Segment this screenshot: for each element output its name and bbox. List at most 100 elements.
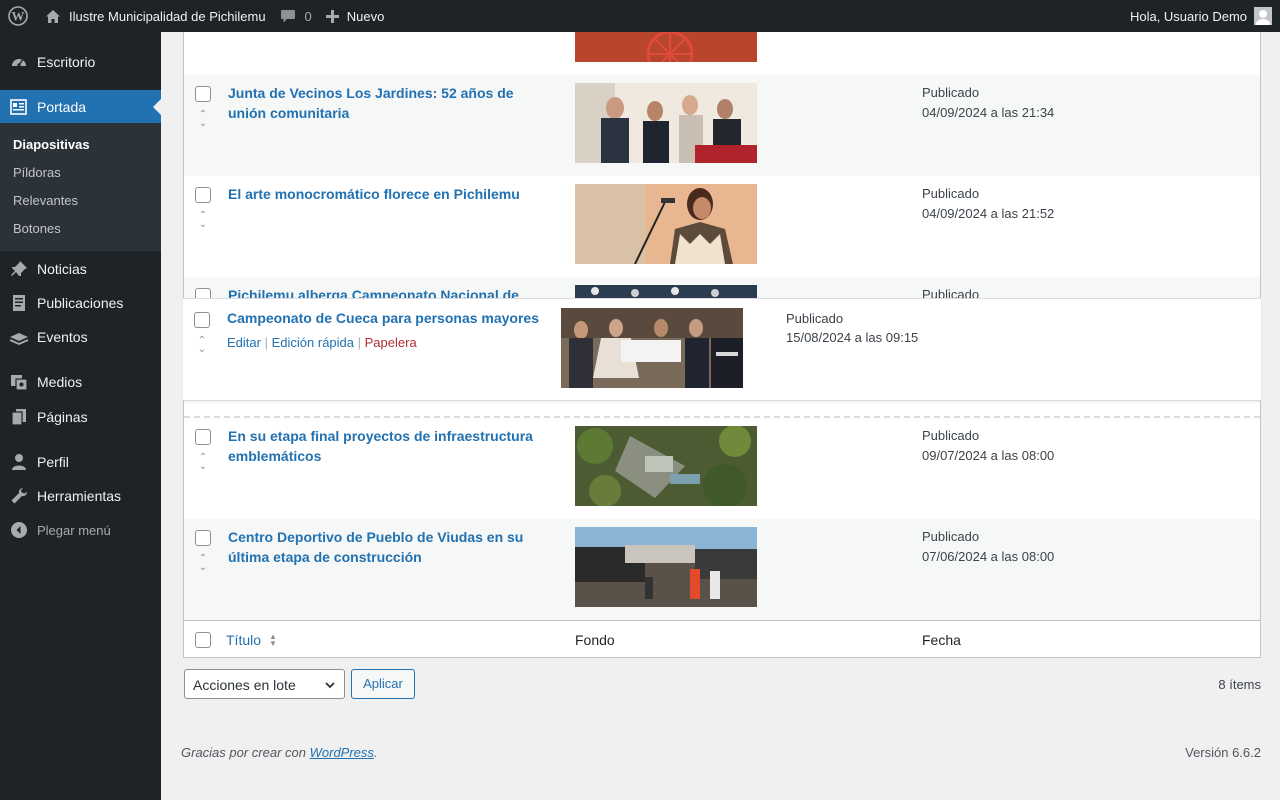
pin-icon	[0, 260, 37, 278]
table-row: ⌃ ⌄ El arte monocromático florece en Pich…	[184, 176, 1260, 277]
submenu-item-botones[interactable]: Botones	[13, 221, 61, 236]
document-icon	[0, 294, 37, 312]
table-row	[184, 32, 1260, 75]
admin-menu: Escritorio Portada Diapositivas Píldoras…	[0, 32, 161, 800]
apply-button[interactable]: Aplicar	[351, 669, 415, 699]
calendar-stack-icon	[0, 328, 37, 346]
comment-icon	[280, 9, 296, 24]
slide-title-link[interactable]: El arte monocromático florece en Pichile…	[228, 185, 548, 205]
table-row: ⌃ ⌄ En su etapa final proyectos de infrae…	[184, 418, 1260, 519]
chevron-down-icon	[324, 678, 336, 694]
row-checkbox[interactable]	[195, 429, 211, 445]
slide-title-link[interactable]: Campeonato de Cueca para personas mayore…	[227, 309, 567, 329]
table-row: ⌃ ⌄ Junta de Vecinos Los Jardines: 52 año…	[184, 75, 1260, 176]
submenu-item-relevantes[interactable]: Relevantes	[13, 193, 78, 208]
status-label: Publicado	[922, 287, 980, 299]
slide-thumbnail	[575, 527, 757, 607]
bulk-actions-value: Acciones en lote	[193, 677, 296, 693]
background-column-header: Fondo	[575, 632, 615, 648]
collapse-menu-button[interactable]: Plegar menú	[0, 513, 161, 547]
edit-link[interactable]: Editar	[227, 335, 261, 350]
publish-date: 04/09/2024 a las 21:52	[922, 206, 1055, 221]
menu-item-publicaciones[interactable]: Publicaciones	[0, 286, 161, 320]
wordpress-logo-icon[interactable]: W	[0, 0, 35, 32]
my-account-menu[interactable]: Hola, Usuario Demo	[1123, 0, 1280, 32]
table-row: Pichilemu alberga Campeonato Nacional de…	[184, 277, 1260, 299]
menu-item-perfil[interactable]: Perfil	[0, 445, 161, 479]
media-icon	[0, 373, 37, 391]
menu-item-paginas[interactable]: Páginas	[0, 400, 161, 434]
row-checkbox[interactable]	[194, 312, 210, 328]
new-content-button[interactable]: Nuevo	[319, 0, 392, 32]
footer-credit: Gracias por crear con WordPress.	[181, 745, 378, 760]
row-checkbox[interactable]	[195, 530, 211, 546]
submenu-item-pildoras[interactable]: Píldoras	[13, 165, 61, 180]
site-name-link[interactable]: Ilustre Municipalidad de Pichilemu	[35, 0, 273, 32]
dragged-table-row[interactable]: ⌃ ⌄ Campeonato de Cueca para personas may…	[183, 298, 1261, 401]
publish-date: 15/08/2024 a las 09:15	[786, 330, 919, 345]
collapse-arrow-icon	[0, 521, 37, 539]
table-footer: Título ▲ ▼ Fondo Fecha	[184, 620, 1260, 657]
menu-item-eventos[interactable]: Eventos	[0, 320, 161, 354]
slide-title-link[interactable]: Centro Deportivo de Pueblo de Viudas en …	[228, 528, 548, 567]
submenu-item-diapositivas[interactable]: Diapositivas	[13, 137, 90, 152]
select-all-checkbox[interactable]	[195, 632, 211, 648]
sort-arrows-icon: ▲ ▼	[269, 632, 277, 648]
date-column-header: Fecha	[922, 632, 961, 648]
publish-date: 09/07/2024 a las 08:00	[922, 448, 1055, 463]
slide-thumbnail	[575, 285, 757, 299]
drag-sort-icon[interactable]: ⌃ ⌄	[196, 211, 210, 230]
drag-sort-icon[interactable]: ⌃ ⌄	[195, 336, 209, 355]
menu-item-escritorio[interactable]: Escritorio	[0, 45, 161, 79]
menu-label: Noticias	[37, 261, 87, 277]
admin-bar: W Ilustre Municipalidad de Pichilemu 0 N…	[0, 0, 1280, 32]
menu-label: Herramientas	[37, 488, 122, 504]
layout-icon	[0, 99, 37, 115]
status-label: Publicado	[922, 428, 980, 443]
menu-label: Portada	[37, 99, 87, 115]
avatar	[1254, 7, 1272, 25]
menu-item-medios[interactable]: Medios	[0, 365, 161, 399]
status-label: Publicado	[922, 186, 980, 201]
menu-label: Perfil	[37, 454, 69, 470]
slide-thumbnail	[561, 308, 743, 388]
trash-link[interactable]: Papelera	[365, 335, 417, 350]
menu-item-noticias[interactable]: Noticias	[0, 252, 161, 286]
new-label: Nuevo	[346, 8, 385, 24]
menu-label: Páginas	[37, 409, 88, 425]
bulk-actions-select[interactable]: Acciones en lote	[184, 669, 345, 699]
quick-edit-link[interactable]: Edición rápida	[272, 335, 354, 350]
menu-item-portada[interactable]: Portada	[0, 90, 161, 124]
slide-thumbnail	[575, 426, 757, 506]
row-checkbox[interactable]	[195, 86, 211, 102]
status-label: Publicado	[922, 529, 980, 544]
status-label: Publicado	[786, 311, 844, 326]
menu-label: Eventos	[37, 329, 88, 345]
dashboard-icon	[0, 53, 37, 71]
site-name: Ilustre Municipalidad de Pichilemu	[69, 8, 266, 24]
drag-sort-icon[interactable]: ⌃ ⌄	[196, 453, 210, 472]
slide-title-link[interactable]: Junta de Vecinos Los Jardines: 52 años d…	[228, 84, 548, 123]
items-count: 8 ítems	[1218, 677, 1261, 692]
publish-date: 04/09/2024 a las 21:34	[922, 105, 1055, 120]
drag-sort-icon[interactable]: ⌃ ⌄	[196, 554, 210, 573]
publish-date: 07/06/2024 a las 08:00	[922, 549, 1055, 564]
menu-item-herramientas[interactable]: Herramientas	[0, 479, 161, 513]
wrench-icon	[0, 487, 37, 505]
portada-submenu: Diapositivas Píldoras Relevantes Botones	[0, 123, 161, 251]
drag-sort-icon[interactable]: ⌃ ⌄	[196, 110, 210, 129]
row-checkbox[interactable]	[195, 187, 211, 203]
comments-link[interactable]: 0	[273, 0, 319, 32]
svg-text:W: W	[12, 9, 25, 24]
plus-icon	[325, 9, 339, 23]
main-content: ⌃ ⌄ Junta de Vecinos Los Jardines: 52 año…	[161, 32, 1280, 800]
menu-label: Plegar menú	[37, 522, 111, 538]
title-column-sort-link[interactable]: Título	[226, 632, 261, 648]
credit-suffix: .	[373, 745, 378, 760]
slide-title-link[interactable]: En su etapa final proyectos de infraestr…	[228, 427, 548, 466]
menu-label: Publicaciones	[37, 295, 124, 311]
table-row: ⌃ ⌄ Centro Deportivo de Pueblo de Viudas …	[184, 519, 1260, 620]
wordpress-link[interactable]: WordPress	[310, 745, 374, 760]
home-icon	[45, 9, 61, 24]
menu-label: Escritorio	[37, 54, 96, 70]
